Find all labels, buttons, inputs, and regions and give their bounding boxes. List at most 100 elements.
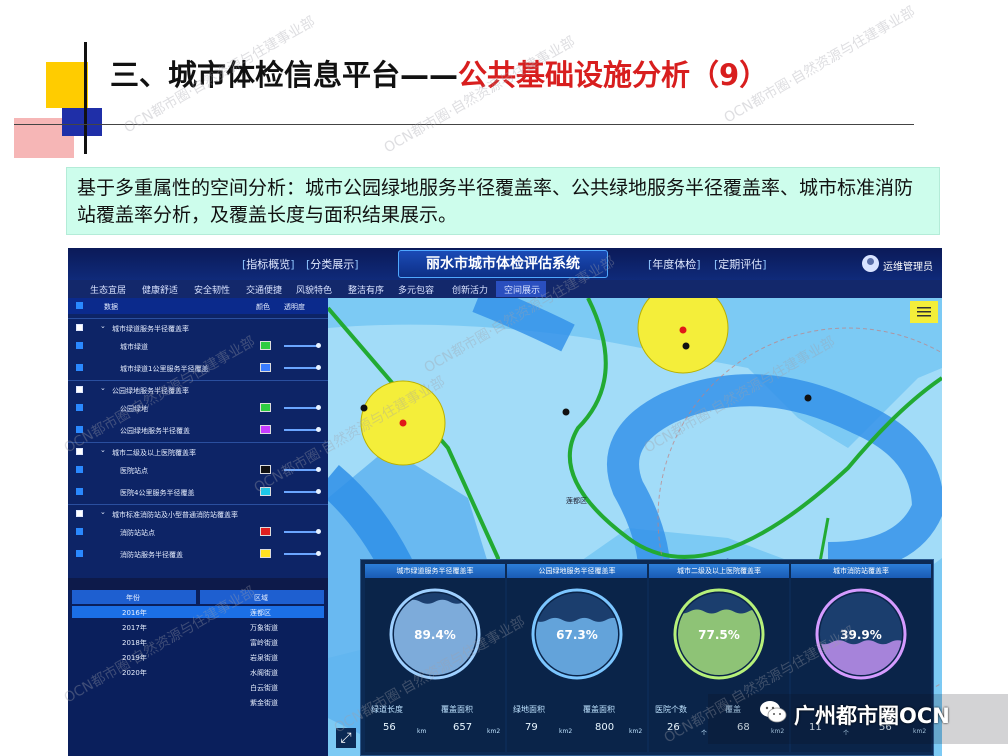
opacity-slider[interactable] <box>284 491 320 493</box>
map-hospital-1[interactable] <box>682 342 690 350</box>
map-fire-station-1[interactable] <box>399 419 407 427</box>
opacity-slider[interactable] <box>284 345 320 347</box>
opacity-slider-knob[interactable] <box>316 427 321 432</box>
layer-color-swatch[interactable] <box>260 527 271 536</box>
year-header: 年份 <box>126 594 140 602</box>
region-item[interactable]: 白云街道 <box>250 683 278 693</box>
metric-value: 800 <box>595 722 615 733</box>
layer-color-swatch[interactable] <box>260 341 271 350</box>
layer-group-divider <box>68 442 328 443</box>
layer-color-swatch[interactable] <box>260 465 271 474</box>
nav-item[interactable]: 安全韧性 <box>194 283 230 296</box>
opacity-slider-knob[interactable] <box>316 365 321 370</box>
chevron-down-icon[interactable]: ⌄ <box>100 384 106 392</box>
opacity-slider-knob[interactable] <box>316 529 321 534</box>
layer-color-swatch[interactable] <box>260 549 271 558</box>
fullscreen-icon[interactable]: ⤢ <box>336 728 356 748</box>
layer-group-divider <box>68 380 328 381</box>
stat-card-title: 城市消防站覆盖率 <box>791 564 931 578</box>
nav-item[interactable]: 风貌特色 <box>296 283 332 296</box>
user-avatar-icon[interactable] <box>862 255 879 272</box>
tab-periodic-eval[interactable]: [定期评估] <box>714 256 767 272</box>
user-name[interactable]: 运维管理员 <box>883 258 933 273</box>
select-all-checkbox[interactable] <box>76 302 83 309</box>
layer-color-swatch[interactable] <box>260 487 271 496</box>
layer-checkbox[interactable] <box>76 550 83 557</box>
opacity-slider[interactable] <box>284 429 320 431</box>
layer-checkbox[interactable] <box>76 488 83 495</box>
opacity-slider-knob[interactable] <box>316 343 321 348</box>
layer-header-color: 颜色 <box>256 303 270 311</box>
map-hospital-4[interactable] <box>360 404 368 412</box>
legend-icon-line <box>917 315 931 317</box>
legend-icon-line <box>917 311 931 313</box>
map-fire-station-2[interactable] <box>679 326 687 334</box>
brand-name: 广州都市圈OCN <box>794 704 950 728</box>
layer-checkbox[interactable] <box>76 448 83 455</box>
region-item[interactable]: 紫金街道 <box>250 698 278 708</box>
watermark: OCN都市圈·自然资源与住建事业部 <box>381 33 579 157</box>
region-item[interactable]: 富岭街道 <box>250 638 278 648</box>
layer-color-swatch[interactable] <box>260 363 271 372</box>
layer-row: 医院站点 <box>68 460 328 480</box>
tab-label: 指标概览 <box>246 258 291 271</box>
nav-item[interactable]: 生态宜居 <box>90 283 126 296</box>
stat-card-title: 公园绿地服务半径覆盖率 <box>507 564 647 578</box>
nav-item[interactable]: 整洁有序 <box>348 283 384 296</box>
opacity-slider-knob[interactable] <box>316 405 321 410</box>
layer-checkbox[interactable] <box>76 364 83 371</box>
layer-checkbox[interactable] <box>76 324 83 331</box>
region-item[interactable]: 万象街道 <box>250 623 278 633</box>
layer-checkbox[interactable] <box>76 528 83 535</box>
layer-checkbox[interactable] <box>76 426 83 433</box>
metric-value: 26 <box>667 722 680 733</box>
year-item[interactable]: 2018年 <box>122 638 147 648</box>
coverage-percent: 89.4% <box>414 628 456 642</box>
nav-item[interactable]: 创新活力 <box>452 283 488 296</box>
layer-checkbox[interactable] <box>76 510 83 517</box>
opacity-slider-knob[interactable] <box>316 489 321 494</box>
layer-checkbox[interactable] <box>76 404 83 411</box>
chevron-down-icon[interactable]: ⌄ <box>100 322 106 330</box>
layer-checkbox[interactable] <box>76 466 83 473</box>
region-item[interactable]: 岩泉街道 <box>250 653 278 663</box>
tab-label: 定期评估 <box>718 258 763 271</box>
opacity-slider-knob[interactable] <box>316 551 321 556</box>
chevron-down-icon[interactable]: ⌄ <box>100 446 106 454</box>
layer-label: 消防站站点 <box>120 529 155 537</box>
opacity-slider[interactable] <box>284 531 320 533</box>
opacity-slider[interactable] <box>284 553 320 555</box>
layer-row: 医院4公里服务半径覆盖 <box>68 482 328 502</box>
layer-group-row: ⌄ 城市二级及以上医院覆盖率 <box>68 442 328 462</box>
metric-label: 医院个数 <box>655 705 687 714</box>
year-item[interactable]: 2016年 <box>122 608 147 618</box>
layer-group-row: ⌄ 城市标准消防站及小型普通消防站覆盖率 <box>68 504 328 524</box>
nav-item[interactable]: 多元包容 <box>398 283 434 296</box>
layer-color-swatch[interactable] <box>260 403 271 412</box>
year-item[interactable]: 2017年 <box>122 623 147 633</box>
region-item[interactable]: 莲都区 <box>250 608 271 618</box>
layer-color-swatch[interactable] <box>260 425 271 434</box>
opacity-slider-knob[interactable] <box>316 467 321 472</box>
layer-checkbox[interactable] <box>76 342 83 349</box>
year-item[interactable]: 2019年 <box>122 653 147 663</box>
year-item[interactable]: 2020年 <box>122 668 147 678</box>
nav-item[interactable]: 健康舒适 <box>142 283 178 296</box>
region-item[interactable]: 水阁街道 <box>250 668 278 678</box>
map-hospital-3[interactable] <box>804 394 812 402</box>
nav-item[interactable]: 空间展示 <box>504 283 540 296</box>
nav-item[interactable]: 交通便捷 <box>246 283 282 296</box>
tab-annual-check[interactable]: [年度体检] <box>648 256 701 272</box>
opacity-slider[interactable] <box>284 367 320 369</box>
map-hospital-2[interactable] <box>562 408 570 416</box>
app-screenshot: [指标概览] [分类展示] 丽水市城市体检评估系统 [年度体检] [定期评估] … <box>68 248 942 756</box>
opacity-slider[interactable] <box>284 407 320 409</box>
chevron-down-icon[interactable]: ⌄ <box>100 508 106 516</box>
layer-checkbox[interactable] <box>76 386 83 393</box>
description-text: 基于多重属性的空间分析：城市公园绿地服务半径覆盖率、公共绿地服务半径覆盖率、城市… <box>77 177 914 226</box>
layer-label: 城市二级及以上医院覆盖率 <box>112 449 196 457</box>
tab-category-display[interactable]: [分类展示] <box>306 256 359 272</box>
gauge-wave-fill <box>820 640 902 675</box>
opacity-slider[interactable] <box>284 469 320 471</box>
tab-indicator-overview[interactable]: [指标概览] <box>242 256 295 272</box>
